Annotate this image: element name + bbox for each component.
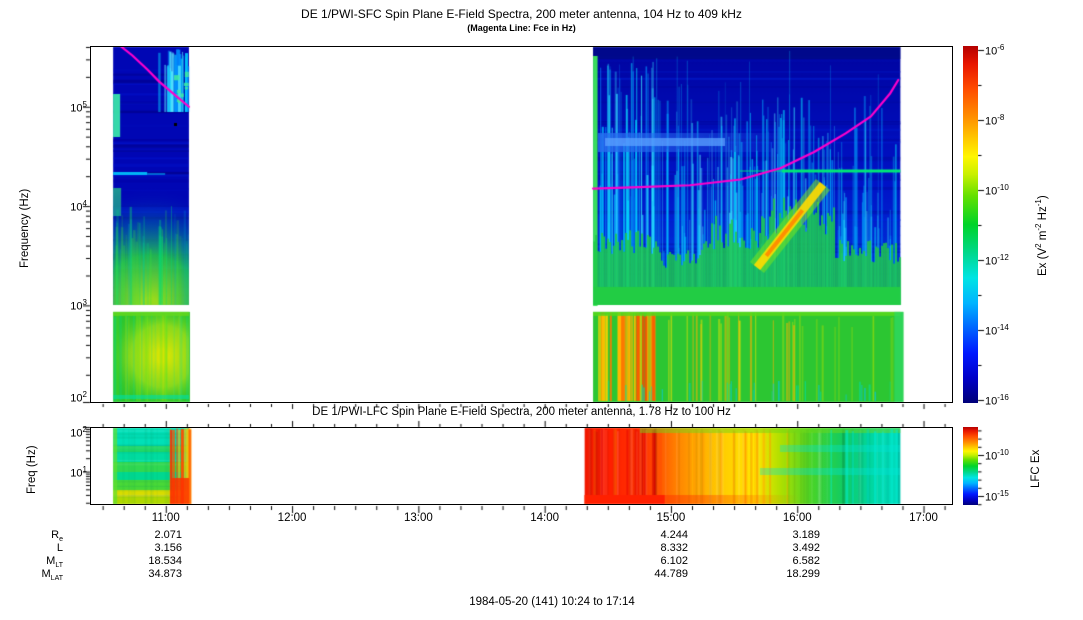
x-tick-label: 11:00 <box>144 512 188 524</box>
sfc-cbar-tick-label: 10-16 <box>985 393 1033 408</box>
ephemeris-value: 44.789 <box>608 568 688 580</box>
x-tick-label: 14:00 <box>523 512 567 524</box>
lfc-title: DE 1/PWI-LFC Spin Plane E-Field Spectra,… <box>0 406 1043 418</box>
ephemeris-value: 3.492 <box>740 542 820 554</box>
sfc-cbar-tick-label: 10-14 <box>985 323 1033 338</box>
lfc-plot-frame <box>90 427 953 505</box>
lfc-ytick-label: 102 <box>53 425 87 440</box>
ephemeris-value: 6.582 <box>740 555 820 567</box>
ephemeris-value: 8.332 <box>608 542 688 554</box>
ephemeris-value: 34.873 <box>102 568 182 580</box>
ephemeris-value: 18.534 <box>102 555 182 567</box>
x-tick-label: 17:00 <box>902 512 946 524</box>
spectrogram-page: DE 1/PWI-SFC Spin Plane E-Field Spectra,… <box>0 0 1083 620</box>
sfc-colorbar-label: Ex (V2 m-2 Hz-1) <box>1034 195 1049 276</box>
ephemeris-value: 3.156 <box>102 542 182 554</box>
x-tick-label: 12:00 <box>270 512 314 524</box>
ephemeris-value: 2.071 <box>102 529 182 541</box>
lfc-ytick-label: 101 <box>53 465 87 480</box>
lfc-cbar-tick-label: 10-15 <box>985 489 1033 504</box>
x-tick-label: 15:00 <box>649 512 693 524</box>
sfc-cbar-tick-label: 10-6 <box>985 43 1033 58</box>
sfc-title: DE 1/PWI-SFC Spin Plane E-Field Spectra,… <box>0 7 1043 21</box>
sfc-cbar-tick-label: 10-8 <box>985 113 1033 128</box>
x-tick-label: 13:00 <box>396 512 440 524</box>
sfc-ytick-label: 102 <box>53 390 87 405</box>
sfc-cbar-tick-label: 10-12 <box>985 253 1033 268</box>
ephemeris-row-label: MLAT <box>20 568 63 582</box>
ephemeris-value: 4.244 <box>608 529 688 541</box>
sfc-ytick-label: 103 <box>53 298 87 313</box>
ephemeris-row-label: L <box>20 542 63 554</box>
sfc-ytick-label: 104 <box>53 199 87 214</box>
sfc-cbar-tick-label: 10-10 <box>985 183 1033 198</box>
ephemeris-value: 18.299 <box>740 568 820 580</box>
x-tick-label: 16:00 <box>775 512 819 524</box>
lfc-colorbar <box>963 427 978 505</box>
sfc-subtitle: (Magenta Line: Fce in Hz) <box>0 23 1043 33</box>
lfc-cbar-tick-label: 10-10 <box>985 448 1033 463</box>
sfc-plot-frame <box>90 46 953 403</box>
sfc-yaxis-label: Frequency (Hz) <box>19 189 31 268</box>
sfc-colorbar <box>963 46 978 403</box>
lfc-yaxis-label: Freq (Hz) <box>26 445 38 494</box>
date-caption: 1984-05-20 (141) 10:24 to 17:14 <box>21 596 1083 608</box>
ephemeris-value: 6.102 <box>608 555 688 567</box>
sfc-ytick-label: 105 <box>53 100 87 115</box>
ephemeris-value: 3.189 <box>740 529 820 541</box>
